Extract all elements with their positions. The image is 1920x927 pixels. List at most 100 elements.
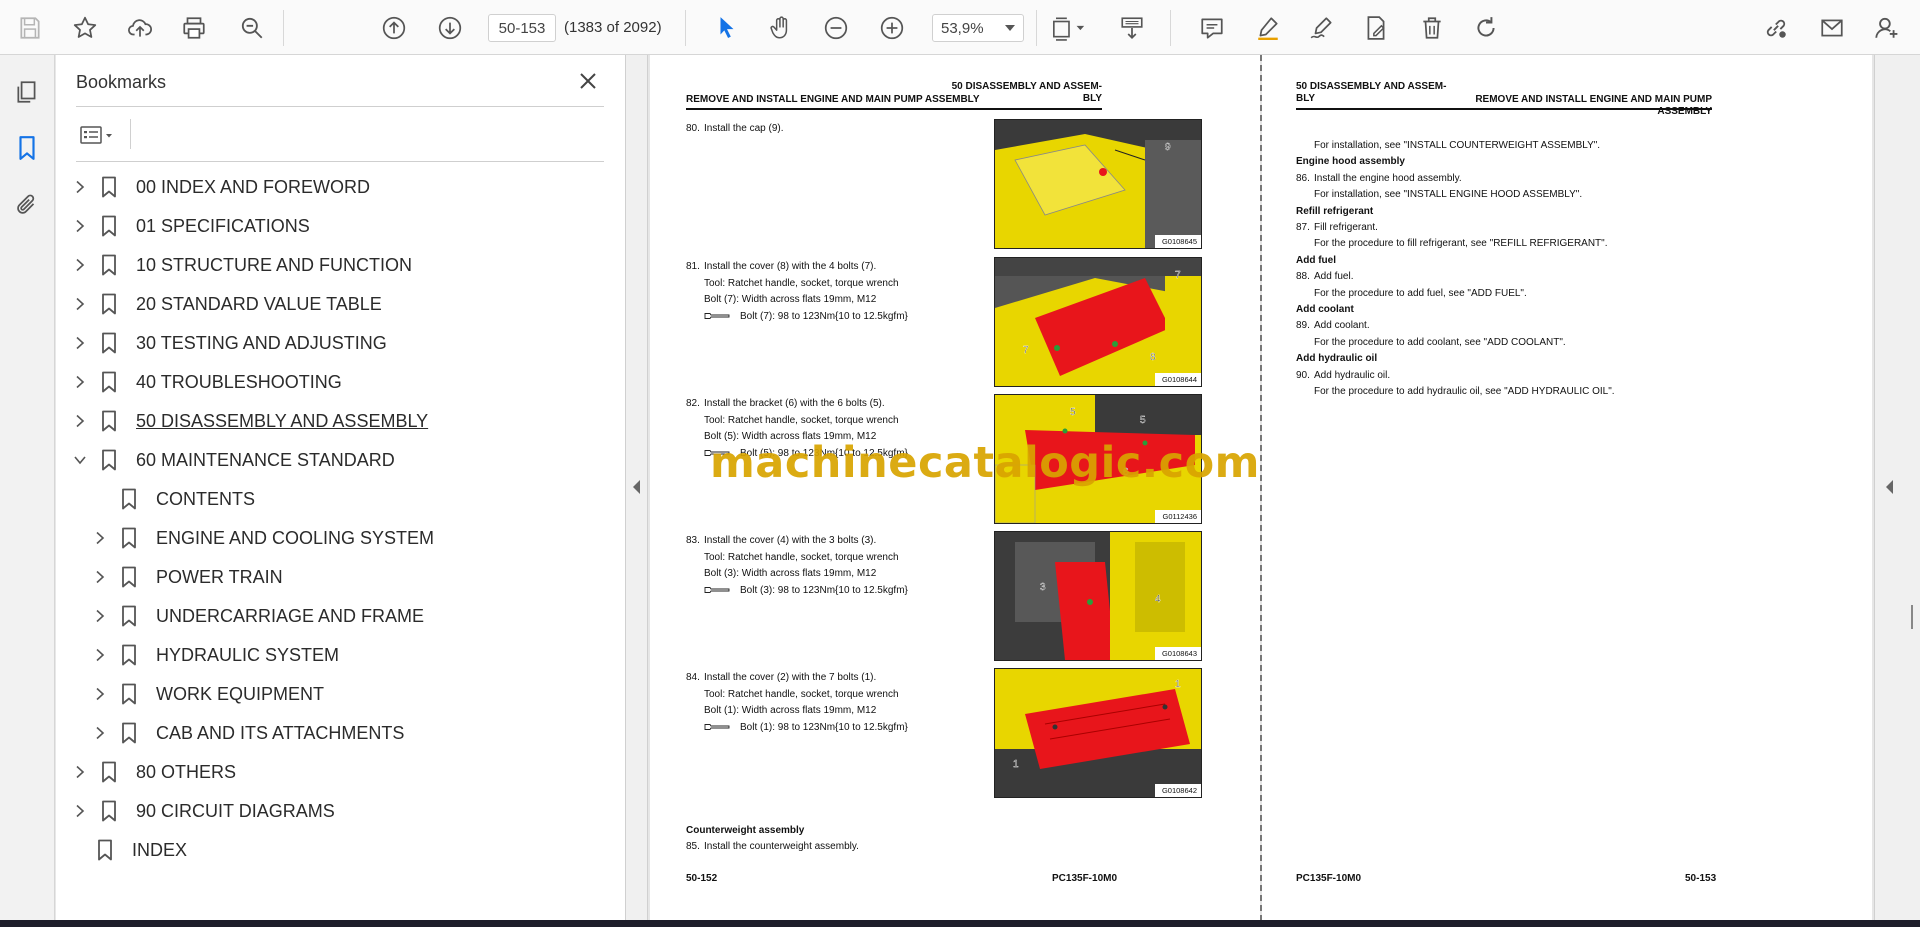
bookmark-icon <box>100 410 118 432</box>
highlight-pen-icon[interactable] <box>1252 12 1284 44</box>
bookmark-label: 01 SPECIFICATIONS <box>136 215 310 236</box>
draw-signature-icon[interactable] <box>1306 12 1338 44</box>
delete-trash-icon[interactable] <box>1416 12 1448 44</box>
chevron-right-icon[interactable] <box>72 764 88 780</box>
chevron-right-icon[interactable] <box>92 686 108 702</box>
bookmark-item[interactable]: CAB AND ITS ATTACHMENTS <box>92 718 404 748</box>
chevron-right-icon[interactable] <box>92 647 108 663</box>
bookmark-item[interactable]: CONTENTS <box>92 484 255 514</box>
reference-text: For the procedure to add hydraulic oil, … <box>1314 386 1615 397</box>
bookmark-item[interactable]: ENGINE AND COOLING SYSTEM <box>92 523 434 553</box>
chevron-right-icon[interactable] <box>72 257 88 273</box>
collapse-left-arrow-icon[interactable] <box>632 480 642 494</box>
page-50-153: 50 DISASSEMBLY AND ASSEM- BLY REMOVE AND … <box>1262 55 1872 920</box>
page-thumbnails-icon[interactable] <box>10 75 44 109</box>
add-user-icon[interactable] <box>1870 12 1902 44</box>
right-collapse-strip[interactable] <box>1874 55 1904 920</box>
upload-cloud-icon[interactable] <box>124 12 156 44</box>
comment-icon[interactable] <box>1196 12 1228 44</box>
hand-tool-icon[interactable] <box>765 12 797 44</box>
zoom-search-icon[interactable] <box>236 12 268 44</box>
bookmark-label: 00 INDEX AND FOREWORD <box>136 176 371 197</box>
bookmark-icon <box>120 722 138 744</box>
bookmark-item[interactable]: WORK EQUIPMENT <box>92 679 324 709</box>
chevron-right-icon[interactable] <box>92 725 108 741</box>
left-collapse-strip[interactable] <box>626 55 648 920</box>
page-fit-icon[interactable] <box>1046 12 1092 44</box>
attachment-paperclip-icon[interactable] <box>10 188 44 222</box>
next-page-icon[interactable] <box>434 12 466 44</box>
step-number: 84. <box>686 672 700 683</box>
share-link-icon[interactable] <box>1760 12 1792 44</box>
chevron-right-icon[interactable] <box>72 179 88 195</box>
step-text: Install the cover (8) with the 4 bolts (… <box>704 261 877 272</box>
bookmark-label: 60 MAINTENANCE STANDARD <box>136 449 395 470</box>
scrollbar-thumb[interactable] <box>1911 605 1913 629</box>
bookmark-label: 80 OTHERS <box>136 761 237 782</box>
chevron-right-icon[interactable] <box>72 335 88 351</box>
bookmark-item[interactable]: INDEX <box>96 835 187 865</box>
chevron-right-icon[interactable] <box>72 218 88 234</box>
chevron-down-icon[interactable] <box>72 452 88 468</box>
bookmark-item[interactable]: 80 OTHERS <box>72 757 236 787</box>
chevron-right-icon[interactable] <box>92 530 108 546</box>
page-footer-model: PC135F-10M0 <box>1052 873 1118 884</box>
bookmark-options-button[interactable] <box>74 121 124 149</box>
chevron-right-icon[interactable] <box>92 569 108 585</box>
select-cursor-icon[interactable] <box>711 12 743 44</box>
step-text: Tool: Ratchet handle, socket, torque wre… <box>704 277 899 289</box>
print-icon[interactable] <box>178 12 210 44</box>
chevron-right-icon[interactable] <box>72 296 88 312</box>
page-number-input[interactable]: 50-153 <box>488 14 556 42</box>
bookmark-item[interactable]: 01 SPECIFICATIONS <box>72 211 310 241</box>
bookmark-item[interactable]: 30 TESTING AND ADJUSTING <box>72 328 387 358</box>
reference-text: For the procedure to fill refrigerant, s… <box>1314 238 1608 250</box>
zoom-out-icon[interactable] <box>820 12 852 44</box>
section-heading: Add coolant <box>1296 304 1354 315</box>
page-header-left: 50 DISASSEMBLY AND ASSEM- BLY <box>1296 81 1447 104</box>
step-text: Install the cap (9). <box>704 123 784 134</box>
previous-page-icon[interactable] <box>378 12 410 44</box>
step-text: Tool: Ratchet handle, socket, torque wre… <box>704 688 899 700</box>
collapse-right-arrow-icon[interactable] <box>1885 480 1895 494</box>
bookmark-icon <box>120 683 138 705</box>
step-figure: 7 7 8 G0108644 <box>994 257 1202 387</box>
email-icon[interactable] <box>1816 12 1848 44</box>
bookmark-item[interactable]: 10 STRUCTURE AND FUNCTION <box>72 250 412 280</box>
scroll-mode-icon[interactable] <box>1116 12 1148 44</box>
bookmark-item[interactable]: UNDERCARRIAGE AND FRAME <box>92 601 424 631</box>
zoom-level-select[interactable]: 53,9% <box>932 14 1024 42</box>
bookmark-panel-icon[interactable] <box>10 131 44 165</box>
chevron-right-icon[interactable] <box>72 413 88 429</box>
bookmark-label: HYDRAULIC SYSTEM <box>156 644 340 665</box>
chevron-right-icon[interactable] <box>72 803 88 819</box>
reference-text: For the procedure to add coolant, see "A… <box>1314 336 1566 348</box>
figure-callout: 1 <box>1175 679 1181 690</box>
star-icon[interactable] <box>69 12 101 44</box>
bookmark-icon <box>120 605 138 627</box>
fill-sign-icon[interactable] <box>1360 12 1392 44</box>
chevron-right-icon[interactable] <box>72 374 88 390</box>
zoom-in-icon[interactable] <box>876 12 908 44</box>
bookmark-item[interactable]: 50 DISASSEMBLY AND ASSEMBLY <box>72 406 428 436</box>
bookmark-item[interactable]: 60 MAINTENANCE STANDARD <box>72 445 395 475</box>
bookmark-label: ENGINE AND COOLING SYSTEM <box>156 527 435 548</box>
bookmark-label: 50 DISASSEMBLY AND ASSEMBLY <box>136 410 429 431</box>
bookmark-icon <box>100 761 118 783</box>
close-icon[interactable] <box>576 69 602 95</box>
page-footer-number: 50-153 <box>1685 873 1717 884</box>
bookmark-item[interactable]: 00 INDEX AND FOREWORD <box>72 172 370 202</box>
bookmark-item[interactable]: 40 TROUBLESHOOTING <box>72 367 342 397</box>
bookmark-item[interactable]: HYDRAULIC SYSTEM <box>92 640 339 670</box>
bookmark-icon <box>100 371 118 393</box>
bookmark-item[interactable]: POWER TRAIN <box>92 562 283 592</box>
page-header-right: REMOVE AND INSTALL ENGINE AND MAIN PUMP … <box>1475 94 1712 117</box>
vertical-scrollbar[interactable] <box>1904 55 1920 920</box>
bookmark-item[interactable]: 20 STANDARD VALUE TABLE <box>72 289 382 319</box>
chevron-right-icon[interactable] <box>92 608 108 624</box>
bookmark-item[interactable]: 90 CIRCUIT DIAGRAMS <box>72 796 335 826</box>
chevron-down-icon <box>1005 25 1015 31</box>
rotate-icon[interactable] <box>1470 12 1502 44</box>
step-text: Bolt (3): Width across flats 19mm, M12 <box>704 568 877 579</box>
save-icon[interactable] <box>14 12 46 44</box>
